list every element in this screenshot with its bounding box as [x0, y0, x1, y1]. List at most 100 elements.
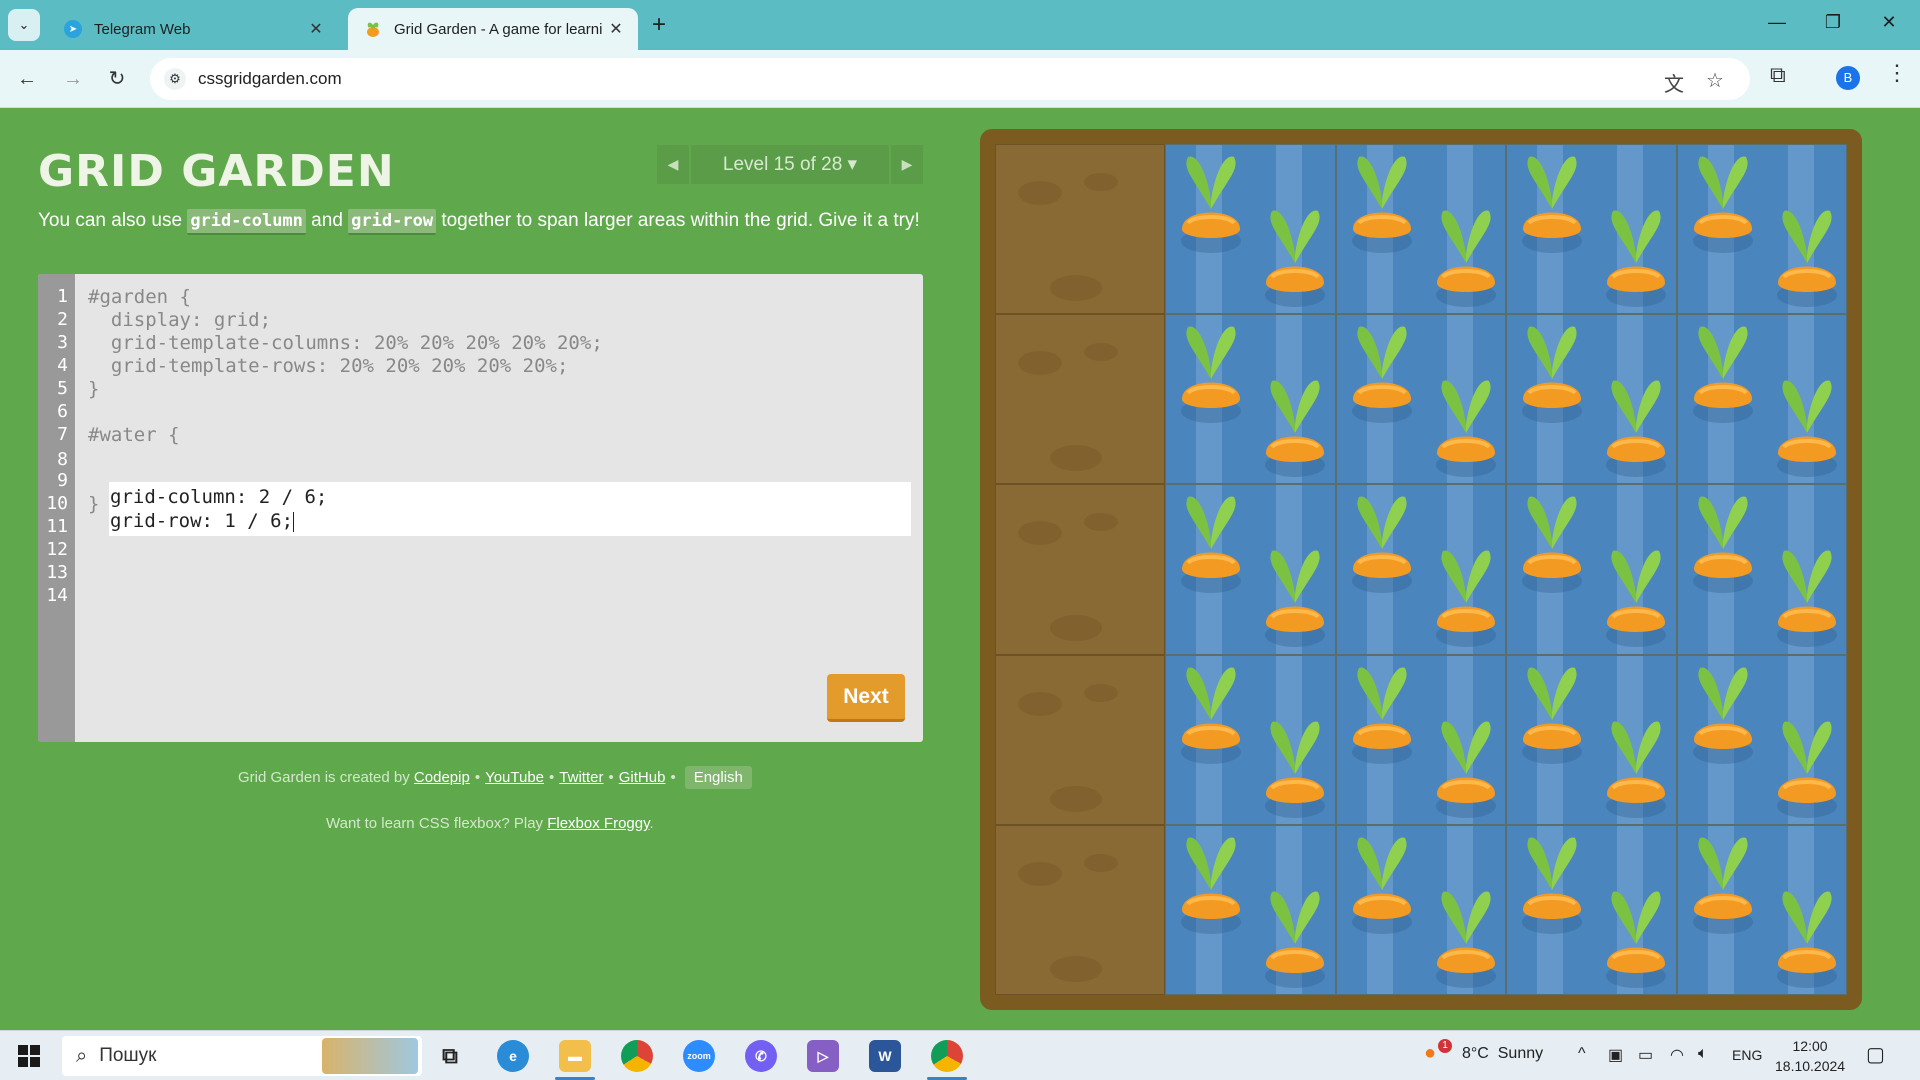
bookmark-star-icon[interactable]: ☆	[1706, 68, 1724, 93]
carrot-icon	[1776, 380, 1837, 478]
wifi-icon[interactable]: ◠	[1670, 1045, 1684, 1065]
zoom-icon[interactable]: zoom	[683, 1040, 715, 1072]
code-keyword: grid-column	[187, 209, 306, 235]
soil-spot	[1050, 615, 1102, 642]
visual-studio-icon[interactable]: ▷	[807, 1040, 839, 1072]
youtube-link[interactable]: YouTube	[485, 769, 544, 786]
garden-water-cell	[1335, 314, 1507, 485]
carrot-icon	[1606, 891, 1667, 988]
volume-icon[interactable]: 🔈︎	[1698, 1045, 1708, 1063]
credits: Grid Garden is created by Codepip • YouTu…	[238, 766, 752, 789]
reload-icon: ↻	[108, 68, 126, 90]
system-clock[interactable]: 12:00 18.10.2024	[1775, 1036, 1845, 1076]
next-level-button[interactable]: ▶	[891, 145, 923, 184]
address-bar[interactable]: ⚙ cssgridgarden.com 文 ☆	[150, 58, 1750, 100]
tab-search-button[interactable]: ⌄	[8, 9, 40, 41]
search-highlight-image	[322, 1038, 418, 1074]
garden-water-cell	[1335, 484, 1507, 655]
carrot-icon	[1265, 721, 1326, 818]
close-window-button[interactable]: ✕	[1866, 12, 1912, 33]
chrome-icon[interactable]	[621, 1040, 653, 1072]
search-placeholder: Пошук	[99, 1045, 157, 1066]
garden-water-cell	[1676, 144, 1847, 315]
garden-water-cell	[1506, 484, 1677, 655]
back-button[interactable]: ←	[12, 64, 42, 94]
meet-now-icon[interactable]: ▣	[1608, 1045, 1623, 1065]
carrot-icon	[1265, 550, 1326, 648]
windows-start-icon[interactable]	[18, 1045, 40, 1067]
line-number: 2	[57, 309, 68, 330]
notifications-icon[interactable]: ▢	[1866, 1042, 1885, 1067]
language-selector[interactable]: English	[684, 766, 752, 789]
line-number: 4	[57, 355, 68, 376]
minimize-button[interactable]: —	[1754, 12, 1800, 33]
answer-line[interactable]: grid-column: 2 / 6;	[110, 486, 327, 508]
next-button[interactable]: Next	[827, 674, 905, 722]
taskbar-search[interactable]: ⌕ Пошук	[62, 1036, 422, 1076]
garden-water-cell	[1165, 144, 1336, 315]
viber-icon[interactable]: ✆	[745, 1040, 777, 1072]
twitter-link[interactable]: Twitter	[559, 769, 603, 786]
carrot-icon	[1692, 496, 1753, 594]
edge-browser-icon[interactable]: e	[497, 1040, 529, 1072]
reload-button[interactable]: ↻	[102, 64, 132, 94]
extensions-icon[interactable]: ⧉	[1770, 62, 1786, 88]
tab-telegram[interactable]: ➤ Telegram Web ✕	[48, 8, 338, 50]
new-tab-button[interactable]: +	[652, 12, 666, 38]
translate-icon[interactable]: 文	[1664, 68, 1684, 97]
battery-icon[interactable]: ▭	[1638, 1045, 1653, 1065]
weather-text[interactable]: 8°C Sunny	[1462, 1045, 1543, 1063]
codepip-link[interactable]: Codepip	[414, 769, 470, 786]
weather-icon[interactable]: ●	[1424, 1042, 1436, 1065]
soil-spot	[1050, 955, 1102, 982]
forward-button[interactable]: →	[58, 64, 88, 94]
tab-grid-garden[interactable]: Grid Garden - A game for learni ✕	[348, 8, 638, 50]
line-number: 11	[46, 516, 68, 537]
line-number: 12	[46, 539, 68, 560]
chevron-up-icon[interactable]: ^	[1578, 1045, 1586, 1063]
chevron-down-icon: ⌄	[18, 17, 30, 32]
garden-water-cell	[1335, 654, 1507, 825]
carrot-icon	[1522, 156, 1583, 253]
level-selector[interactable]: Level 15 of 28 ▾	[691, 145, 889, 184]
code-line: display: grid;	[88, 309, 272, 331]
carrot-icon	[1776, 721, 1837, 818]
carrot-icon	[1181, 156, 1242, 253]
garden-soil-cell	[995, 144, 1166, 315]
file-explorer-icon[interactable]: ▬	[559, 1040, 591, 1072]
carrot-icon	[1351, 837, 1412, 934]
garden-board	[980, 129, 1862, 1010]
previous-level-button[interactable]: ◀	[657, 145, 689, 184]
github-link[interactable]: GitHub	[619, 769, 666, 786]
soil-spot	[1050, 275, 1102, 301]
carrot-icon	[1692, 326, 1753, 424]
more-menu-icon[interactable]: ⋮	[1886, 60, 1908, 86]
line-number: 6	[57, 401, 68, 422]
input-language[interactable]: ENG	[1732, 1047, 1762, 1063]
froggy-promo: Want to learn CSS flexbox? Play Flexbox …	[326, 815, 654, 832]
carrot-icon	[1435, 210, 1496, 307]
flexbox-froggy-link[interactable]: Flexbox Froggy	[547, 815, 649, 832]
carrot-icon	[1522, 326, 1583, 424]
tab-title: Telegram Web	[94, 20, 191, 38]
carrot-icon	[1435, 550, 1496, 648]
task-view-icon[interactable]: ⧉	[434, 1040, 466, 1072]
word-icon[interactable]: W	[869, 1040, 901, 1072]
garden-grid	[995, 144, 1847, 995]
carrot-icon	[1606, 210, 1667, 307]
garden-water-cell	[1165, 314, 1336, 485]
carrot-icon	[1181, 496, 1242, 594]
site-info-icon[interactable]: ⚙	[164, 68, 186, 90]
arrow-left-icon: ←	[17, 68, 37, 90]
answer-line[interactable]: grid-row: 1 / 6;	[110, 510, 295, 532]
soil-spot	[1050, 785, 1102, 812]
line-number: 10	[46, 493, 68, 514]
close-tab-icon[interactable]: ✕	[606, 19, 626, 39]
carrot-icon	[1435, 891, 1496, 988]
chrome-profile-icon[interactable]	[931, 1040, 963, 1072]
profile-avatar[interactable]: B	[1836, 66, 1860, 90]
close-tab-icon[interactable]: ✕	[306, 19, 326, 39]
restore-button[interactable]: ❐	[1810, 12, 1856, 33]
code-keyword: grid-row	[348, 209, 437, 235]
browser-toolbar: ← → ↻ ⚙ cssgridgarden.com 文 ☆	[0, 50, 1920, 108]
